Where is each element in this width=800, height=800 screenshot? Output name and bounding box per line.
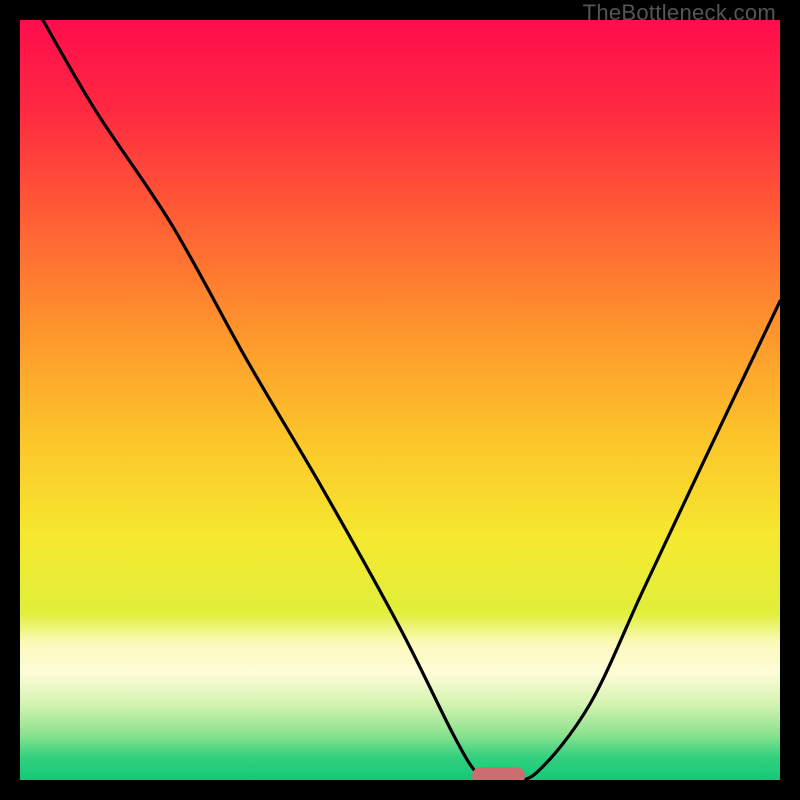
watermark-text: TheBottleneck.com [583, 0, 776, 26]
chart-frame: TheBottleneck.com [0, 0, 800, 800]
bottleneck-curve [20, 20, 780, 780]
optimal-marker [472, 767, 525, 780]
plot-area [20, 20, 780, 780]
